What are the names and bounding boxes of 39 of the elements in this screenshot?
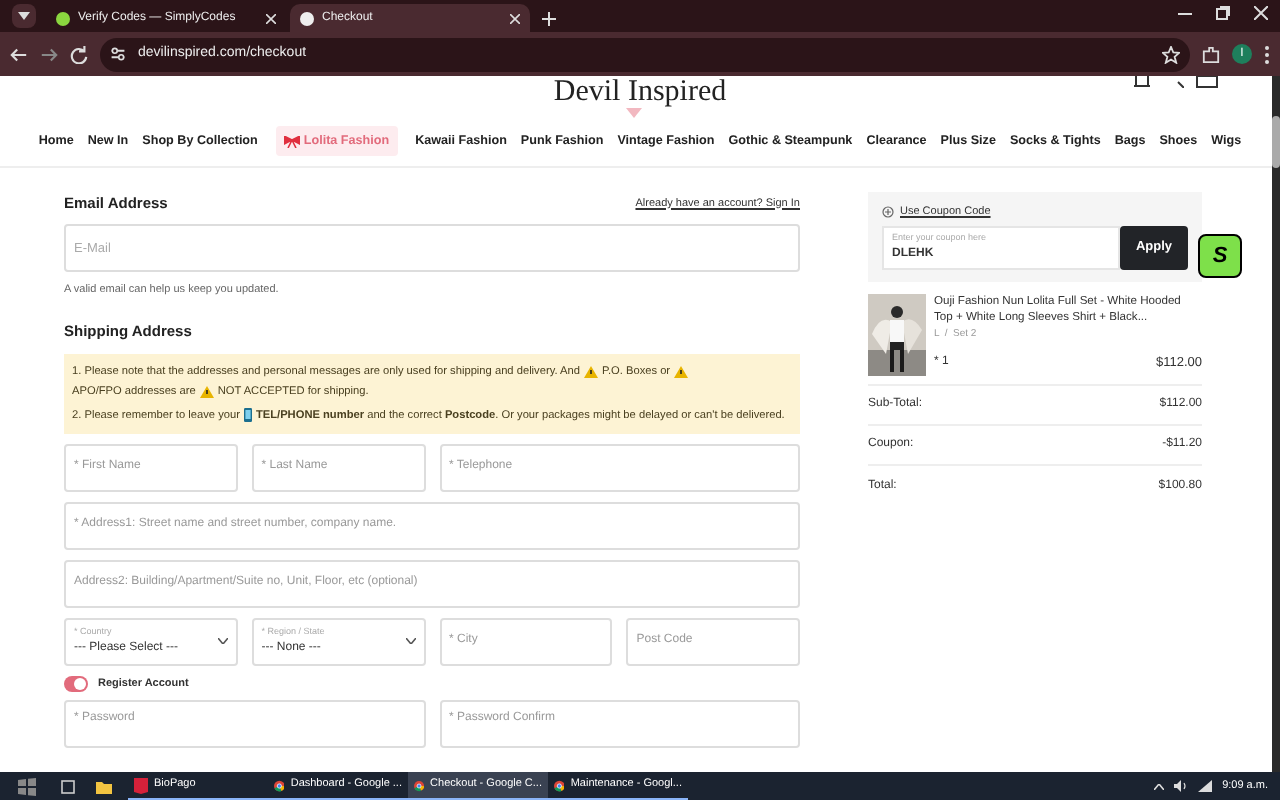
folder-icon[interactable] [96, 779, 112, 793]
site-logo[interactable]: Devil Inspired [553, 76, 727, 108]
forward-icon[interactable] [40, 45, 58, 63]
plus-circle-icon [882, 206, 894, 219]
back-icon[interactable] [10, 45, 28, 63]
extensions-icon[interactable] [1202, 45, 1220, 63]
volume-icon[interactable] [1174, 780, 1189, 792]
close-tab-icon[interactable] [266, 13, 276, 23]
warning-icon [674, 365, 689, 378]
favicon-icon [56, 11, 70, 25]
phone-icon [243, 408, 252, 423]
shield-icon [134, 777, 148, 793]
favicon-icon [300, 11, 314, 25]
star-icon[interactable] [1162, 45, 1180, 63]
windows-icon[interactable] [17, 777, 35, 795]
register-toggle[interactable] [64, 675, 88, 692]
task-view-icon[interactable] [60, 779, 76, 793]
browser-icon [414, 777, 425, 793]
close-tab-icon[interactable] [510, 13, 520, 23]
reload-icon[interactable] [70, 45, 88, 63]
menu-icon[interactable] [1264, 45, 1270, 63]
browser-icon [554, 777, 565, 793]
close-icon[interactable] [1254, 6, 1268, 20]
bow-icon [283, 135, 300, 147]
warning-icon [583, 365, 598, 378]
new-tab-icon[interactable] [542, 12, 556, 26]
network-icon[interactable] [1198, 780, 1213, 792]
caret-icon [18, 12, 30, 20]
tab-list-button[interactable] [12, 4, 36, 28]
warning-icon [199, 385, 214, 398]
browser-icon [274, 777, 285, 793]
chevron-down-icon [217, 638, 228, 645]
site-settings-icon[interactable] [110, 46, 126, 62]
restore-icon[interactable] [1216, 6, 1230, 20]
scrollbar[interactable] [1272, 76, 1280, 772]
chevron-down-icon [405, 638, 415, 645]
heart-icon [626, 108, 642, 118]
chevron-up-icon[interactable] [1154, 783, 1165, 789]
extension-badge[interactable]: S [1198, 234, 1242, 278]
